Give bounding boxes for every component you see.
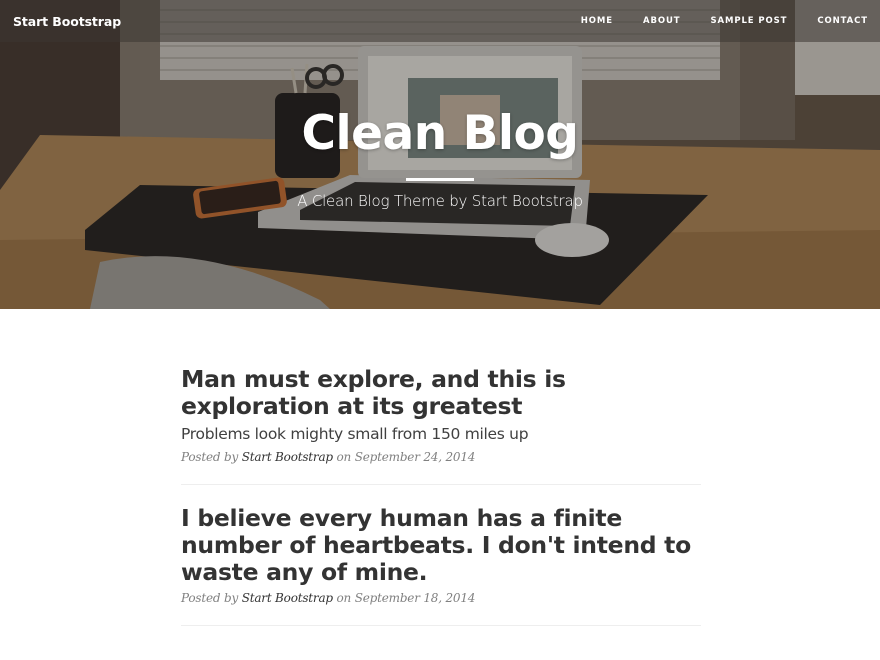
site-subtitle: A Clean Blog Theme by Start Bootstrap — [297, 192, 583, 210]
post-title: I believe every human has a finite numbe… — [181, 504, 691, 586]
post-date: September 24, 2014 — [354, 450, 476, 464]
hero-header: Start Bootstrap HOME ABOUT SAMPLE POST C… — [0, 0, 880, 309]
post-meta: Posted by Start Bootstrap on September 1… — [181, 591, 701, 605]
post-link[interactable]: Man must explore, and this is exploratio… — [181, 366, 701, 445]
nav-link-sample-post[interactable]: SAMPLE POST — [711, 16, 788, 26]
post-divider — [181, 625, 701, 626]
nav-link-home[interactable]: HOME — [581, 16, 613, 26]
site-heading: Clean Blog A Clean Blog Theme by Start B… — [0, 104, 880, 211]
site-title: Clean Blog — [301, 106, 579, 161]
post-list: Man must explore, and this is exploratio… — [181, 366, 701, 646]
post-meta-on: on — [336, 591, 352, 605]
nav-link-contact[interactable]: CONTACT — [817, 16, 868, 26]
post-author-link[interactable]: Start Bootstrap — [242, 591, 333, 605]
post-meta-prefix: Posted by — [181, 450, 239, 464]
post-preview: I believe every human has a finite numbe… — [181, 505, 701, 606]
title-divider — [406, 178, 474, 181]
nav-links: HOME ABOUT SAMPLE POST CONTACT — [551, 16, 868, 26]
post-preview: Man must explore, and this is exploratio… — [181, 366, 701, 465]
post-link[interactable]: I believe every human has a finite numbe… — [181, 505, 701, 586]
post-meta-on: on — [336, 450, 352, 464]
post-date: September 18, 2014 — [354, 591, 476, 605]
post-title: Man must explore, and this is exploratio… — [181, 365, 566, 420]
post-divider — [181, 484, 701, 485]
navbar: Start Bootstrap HOME ABOUT SAMPLE POST C… — [0, 0, 880, 42]
nav-link-about[interactable]: ABOUT — [643, 16, 680, 26]
post-subtitle: Problems look mighty small from 150 mile… — [181, 425, 529, 443]
post-author-link[interactable]: Start Bootstrap — [242, 450, 333, 464]
post-meta: Posted by Start Bootstrap on September 2… — [181, 450, 701, 464]
post-meta-prefix: Posted by — [181, 591, 239, 605]
brand-link[interactable]: Start Bootstrap — [13, 14, 121, 29]
